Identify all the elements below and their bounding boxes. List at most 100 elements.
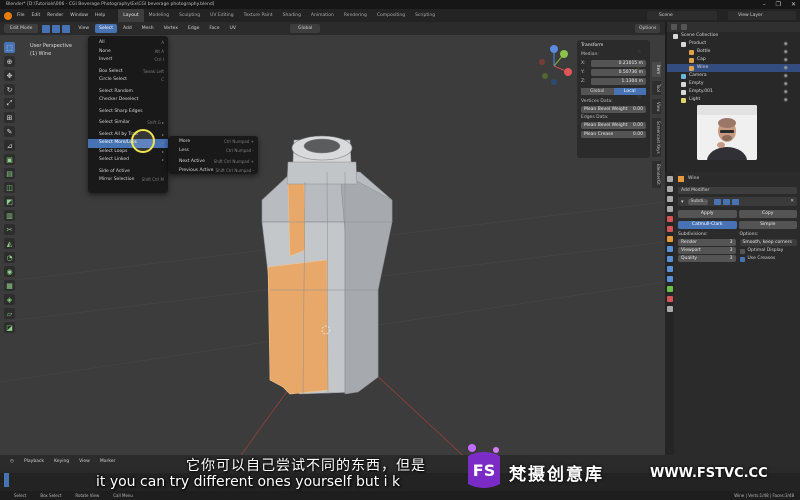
edge-bevel-weight-field[interactable]: Mean Bevel Weight 0.00: [581, 122, 646, 129]
tab-animation[interactable]: Animation: [306, 9, 339, 22]
texture-props-icon[interactable]: [666, 306, 673, 312]
move-tool-icon[interactable]: ✥: [4, 70, 15, 81]
z-value-field[interactable]: 1.1304 m: [591, 77, 646, 85]
transform-tool-icon[interactable]: ⊞: [4, 112, 15, 123]
close-button[interactable]: ✕: [791, 0, 796, 9]
global-space-button[interactable]: Global: [581, 88, 614, 95]
visibility-eye-icon[interactable]: ◉: [784, 72, 788, 80]
menu-item-all[interactable]: All A: [88, 39, 168, 48]
modifier-close-icon[interactable]: ✕: [790, 199, 794, 204]
outliner-row-product[interactable]: Product ◉: [667, 40, 800, 48]
view-layer-selector[interactable]: View Layer: [728, 11, 796, 20]
submenu-item-more[interactable]: More Ctrl Numpad +: [168, 138, 258, 147]
add-modifier-dropdown[interactable]: Add Modifier: [678, 187, 797, 194]
shear-tool-icon[interactable]: ▱: [4, 308, 15, 319]
smooth-tool-icon[interactable]: ◉: [4, 266, 15, 277]
outliner-row-bottle[interactable]: Bottle ◉: [667, 48, 800, 56]
timeline-marker-menu[interactable]: Marker: [100, 459, 116, 464]
apply-button[interactable]: Apply: [678, 210, 737, 218]
submenu-item-next-active[interactable]: Next Active Shift Ctrl Numpad +: [168, 158, 258, 167]
outliner-filter-icon[interactable]: [681, 24, 687, 30]
optimal-display-box[interactable]: [739, 248, 745, 254]
bevel-tool-icon[interactable]: ◩: [4, 196, 15, 207]
blender-logo-icon[interactable]: [4, 11, 12, 20]
submenu-item-previous-active[interactable]: Previous Active Shift Ctrl Numpad -: [168, 167, 258, 176]
tab-scripting[interactable]: Scripting: [410, 9, 440, 22]
rotate-tool-icon[interactable]: ↻: [4, 84, 15, 95]
measure-tool-icon[interactable]: ⊿: [4, 140, 15, 151]
tab-item[interactable]: Item: [652, 62, 661, 78]
output-props-icon[interactable]: [666, 196, 673, 202]
knife-tool-icon[interactable]: ✂: [4, 224, 15, 235]
uv-smooth-dropdown[interactable]: Smooth, keep corners: [739, 239, 797, 246]
tab-modeling[interactable]: Modeling: [144, 9, 174, 22]
data-props-icon[interactable]: [666, 286, 673, 292]
timeline-keying-menu[interactable]: Keying: [54, 459, 69, 464]
constraints-props-icon[interactable]: [666, 276, 673, 282]
mean-crease-field[interactable]: Mean Crease 0.00: [581, 131, 646, 138]
timeline-view-menu[interactable]: View: [79, 459, 90, 464]
visibility-eye-icon[interactable]: ◉: [784, 48, 788, 56]
menu-item-checker-deselect[interactable]: Checker Deselect: [88, 96, 168, 105]
maximize-button[interactable]: ❐: [776, 0, 781, 9]
scene-selector[interactable]: Scene: [647, 11, 717, 20]
visibility-eye-icon[interactable]: ◉: [784, 40, 788, 48]
tab-shading[interactable]: Shading: [278, 9, 306, 22]
object-props-icon[interactable]: [666, 236, 673, 242]
modifier-props-icon[interactable]: [666, 246, 673, 252]
menu-item-select-linked[interactable]: Select Linked ▸: [88, 156, 168, 165]
x-value-field[interactable]: 0.21015 m: [591, 59, 646, 67]
viewport-levels-field[interactable]: Viewport 3: [678, 247, 736, 254]
select-box-tool-icon[interactable]: ⬚: [4, 42, 15, 53]
view-layer-props-icon[interactable]: [666, 206, 673, 212]
menu-edit[interactable]: Edit: [32, 13, 41, 18]
menu-item-invert[interactable]: Invert Ctrl I: [88, 56, 168, 65]
menu-item-select-all-by-trait[interactable]: Select All by Trait ▸: [88, 131, 168, 140]
scene-props-icon[interactable]: [666, 216, 673, 222]
menu-item-side-of-active[interactable]: Side of Active: [88, 168, 168, 177]
navigation-gizmo[interactable]: [528, 44, 580, 88]
catmull-clark-button[interactable]: Catmull-Clark: [678, 221, 737, 229]
quality-field[interactable]: Quality 3: [678, 255, 736, 262]
menu-face[interactable]: Face: [205, 24, 223, 33]
outliner-editor-icon[interactable]: [671, 24, 677, 30]
tab-sculpting[interactable]: Sculpting: [174, 9, 205, 22]
scale-tool-icon[interactable]: ⤢: [4, 98, 15, 109]
inset-tool-icon[interactable]: ◫: [4, 182, 15, 193]
world-props-icon[interactable]: [666, 226, 673, 232]
tab-compositing[interactable]: Compositing: [372, 9, 410, 22]
vertex-select-icon[interactable]: [42, 24, 51, 33]
particles-props-icon[interactable]: [666, 256, 673, 262]
tab-tool[interactable]: Tool: [652, 81, 661, 95]
shrink-fatten-tool-icon[interactable]: ◈: [4, 294, 15, 305]
menu-render[interactable]: Render: [47, 13, 63, 18]
render-levels-field[interactable]: Render 3: [678, 239, 736, 246]
visibility-eye-icon[interactable]: ◉: [784, 88, 788, 96]
face-select-icon[interactable]: [62, 24, 71, 33]
poly-build-tool-icon[interactable]: ◭: [4, 238, 15, 249]
outliner-root-row[interactable]: Scene Collection: [667, 32, 800, 40]
menu-item-select-random[interactable]: Select Random: [88, 88, 168, 97]
optimal-display-checkbox[interactable]: Optimal Display: [739, 247, 798, 255]
rip-tool-icon[interactable]: ◪: [4, 322, 15, 333]
loop-cut-tool-icon[interactable]: ▥: [4, 210, 15, 221]
use-creases-checkbox[interactable]: Use Creases: [739, 255, 798, 263]
timeline-editor-icon[interactable]: ◷: [10, 459, 14, 464]
tab-rendering[interactable]: Rendering: [339, 9, 372, 22]
outliner-row-wine[interactable]: Wine ◉: [667, 64, 800, 72]
wine-bottle-mesh[interactable]: [261, 135, 393, 395]
menu-item-circle-select[interactable]: Circle Select C: [88, 76, 168, 85]
tab-texture-paint[interactable]: Texture Paint: [239, 9, 278, 22]
menu-file[interactable]: File: [17, 13, 25, 18]
mode-selector[interactable]: Edit Mode: [4, 24, 39, 33]
options-dropdown[interactable]: Options: [635, 24, 661, 33]
menu-view[interactable]: View: [74, 24, 93, 33]
tab-screencast-keys[interactable]: Screencast Keys: [652, 118, 661, 158]
tool-props-icon[interactable]: [666, 176, 673, 182]
transform-header[interactable]: Transform: [581, 43, 646, 48]
outliner-row-empty[interactable]: Empty ◉: [667, 80, 800, 88]
render-props-icon[interactable]: [666, 186, 673, 192]
menu-item-mirror-selection[interactable]: Mirror Selection Shift Ctrl M: [88, 176, 168, 185]
outliner-row-cap[interactable]: Cap ◉: [667, 56, 800, 64]
minimize-button[interactable]: –: [763, 0, 766, 9]
